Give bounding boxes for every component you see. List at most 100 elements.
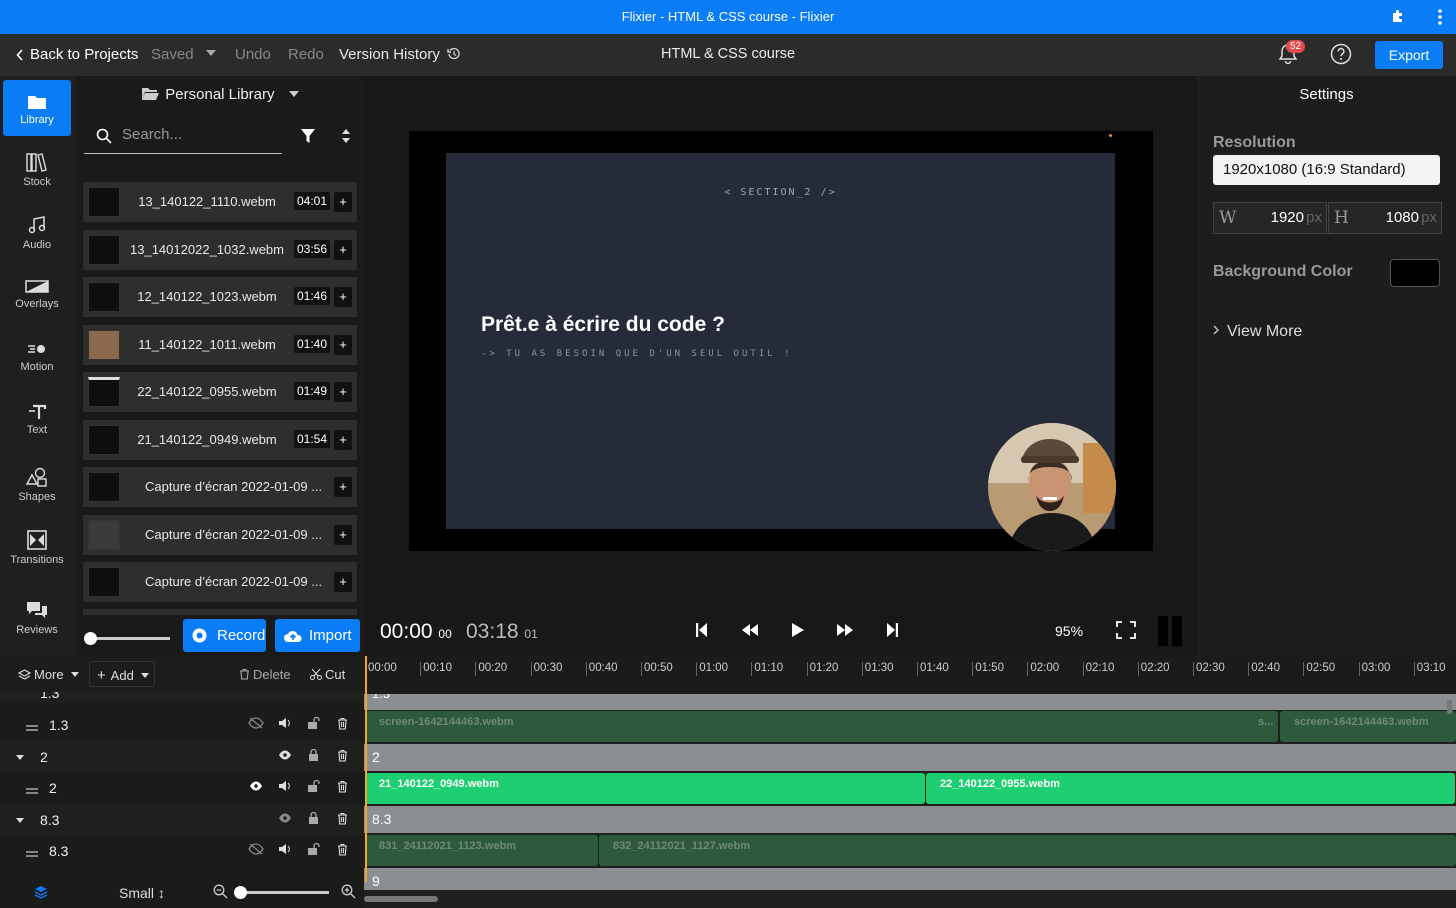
timeline-clip[interactable]: screen-1642144463.webm — [1280, 711, 1456, 742]
zoom-in-icon[interactable] — [341, 884, 356, 899]
record-button[interactable]: Record — [183, 619, 266, 652]
unlock-icon[interactable] — [307, 843, 321, 855]
track-size-select[interactable]: Small ↕ — [119, 885, 165, 901]
view-more-toggle[interactable]: View More — [1213, 323, 1302, 341]
timeline-scrollbar[interactable] — [364, 896, 438, 902]
drag-handle-icon[interactable] — [26, 725, 38, 731]
track-header[interactable]: 8.3 — [0, 836, 364, 867]
add-to-timeline-button[interactable]: + — [334, 382, 352, 402]
lock-icon[interactable] — [308, 812, 319, 824]
eye-icon[interactable] — [278, 812, 292, 824]
sort-icon[interactable] — [341, 129, 351, 143]
library-item[interactable]: 13_14012022_1032.webm 03:56 + — [83, 230, 357, 270]
nav-stock[interactable]: Stock — [3, 140, 71, 196]
play-icon[interactable] — [791, 622, 805, 638]
height-field[interactable]: H 1080 px — [1328, 202, 1442, 234]
width-field[interactable]: W 1920 px — [1213, 202, 1327, 234]
track-header[interactable]: 1.3 — [0, 710, 364, 741]
add-to-timeline-button[interactable]: + — [334, 192, 352, 212]
nav-reviews[interactable]: Reviews — [3, 588, 71, 644]
drag-handle-icon[interactable] — [26, 851, 38, 857]
more-menu-button[interactable]: More — [18, 667, 80, 682]
timeline-clip[interactable]: 831_24112021_1123.webm — [365, 835, 598, 866]
zoom-out-icon[interactable] — [213, 884, 228, 899]
eye-icon[interactable] — [278, 749, 292, 761]
add-menu-button[interactable]: + Add — [89, 661, 155, 687]
timeline-zoom-slider[interactable] — [234, 886, 329, 899]
library-item[interactable]: 22_140122_0955.webm 01:49 + — [83, 372, 357, 412]
puzzle-icon[interactable] — [1390, 9, 1406, 25]
fullscreen-icon[interactable] — [1116, 621, 1136, 639]
skip-to-start-icon[interactable] — [696, 622, 708, 638]
add-to-timeline-button[interactable]: + — [334, 335, 352, 355]
layers-stack-icon[interactable] — [34, 885, 48, 899]
timeline-clip[interactable]: 22_140122_0955.webm — [926, 773, 1455, 804]
nav-audio[interactable]: Audio — [3, 203, 71, 259]
slider-knob[interactable] — [84, 632, 97, 645]
export-button[interactable]: Export — [1375, 41, 1443, 69]
nav-transitions[interactable]: Transitions — [3, 518, 71, 574]
time-ruler[interactable]: 00:00 00:10 00:20 00:30 00:40 00:50 01:00 01:10… — [364, 656, 1456, 694]
volume-icon[interactable] — [278, 717, 292, 729]
timeline-canvas[interactable]: 00:00 00:10 00:20 00:30 00:40 00:50 01:00 01:10… — [364, 656, 1456, 908]
library-selector[interactable]: Personal Library — [76, 76, 364, 116]
add-to-timeline-button[interactable]: + — [334, 287, 352, 307]
nav-library[interactable]: Library — [3, 80, 71, 136]
save-dropdown-caret-icon[interactable] — [206, 50, 216, 56]
timeline-clip[interactable]: 832_24112021_1127.webm — [599, 835, 1456, 866]
import-button[interactable]: Import — [275, 619, 360, 652]
add-to-timeline-button[interactable]: + — [334, 525, 352, 545]
cut-button[interactable]: Cut — [310, 667, 345, 682]
nav-text[interactable]: Text — [3, 392, 71, 448]
library-item[interactable]: 13_140122_1110.webm 04:01 + — [83, 182, 357, 222]
video-canvas[interactable]: < SECTION_2 /> Prêt.e à écrire du code ?… — [409, 131, 1153, 551]
drag-handle-icon[interactable] — [26, 788, 38, 794]
thumbnail-size-slider[interactable] — [84, 632, 170, 645]
nav-shapes[interactable]: Shapes — [3, 455, 71, 511]
vertical-scrollbar[interactable] — [1447, 700, 1452, 714]
help-icon[interactable] — [1330, 43, 1352, 65]
unlock-icon[interactable] — [307, 780, 321, 792]
eye-off-icon[interactable] — [248, 843, 264, 855]
nav-motion[interactable]: Motion — [3, 329, 71, 385]
library-item[interactable]: Capture d’écran 2022-01-09 ... + — [83, 562, 357, 602]
preview-zoom[interactable]: 95% — [1055, 623, 1083, 639]
background-color-swatch[interactable] — [1390, 259, 1440, 287]
add-to-timeline-button[interactable]: + — [334, 240, 352, 260]
rewind-icon[interactable] — [741, 622, 759, 638]
trash-icon[interactable] — [337, 749, 348, 762]
trash-icon[interactable] — [337, 843, 348, 856]
add-to-timeline-button[interactable]: + — [334, 430, 352, 450]
skip-to-end-icon[interactable] — [886, 622, 898, 638]
eye-off-icon[interactable] — [248, 717, 264, 729]
trash-icon[interactable] — [337, 812, 348, 825]
add-to-timeline-button[interactable]: + — [334, 572, 352, 592]
slider-knob[interactable] — [234, 886, 247, 899]
delete-button[interactable]: Delete — [239, 667, 291, 682]
filter-icon[interactable] — [301, 128, 315, 144]
timeline-clip[interactable]: 21_140122_0949.webm — [365, 773, 925, 804]
track-header-group[interactable]: 8.3 — [0, 805, 364, 836]
redo-button[interactable]: Redo — [288, 46, 324, 63]
trash-icon[interactable] — [337, 780, 348, 793]
volume-icon[interactable] — [278, 780, 292, 792]
trash-icon[interactable] — [337, 717, 348, 730]
library-item[interactable]: Capture d’écran 2022-01-09 ... + — [83, 467, 357, 507]
caret-down-icon[interactable] — [16, 755, 24, 760]
search-input[interactable] — [122, 126, 272, 143]
library-item[interactable]: 11_140122_1011.webm 01:40 + — [83, 325, 357, 365]
track-header[interactable]: 2 — [0, 773, 364, 804]
lock-icon[interactable] — [308, 749, 319, 761]
webcam-overlay[interactable] — [988, 423, 1116, 551]
playhead[interactable] — [365, 656, 367, 882]
timeline-clip[interactable]: screen-1642144463.webm — [365, 711, 1278, 742]
volume-icon[interactable] — [278, 843, 292, 855]
library-item[interactable]: 12_140122_1023.webm 01:46 + — [83, 277, 357, 317]
nav-overlays[interactable]: Overlays — [3, 266, 71, 322]
back-to-projects-button[interactable]: Back to Projects — [16, 46, 138, 63]
library-item[interactable]: 21_140122_0949.webm 01:54 + — [83, 420, 357, 460]
track-header-group[interactable]: 2 — [0, 742, 364, 773]
resolution-select[interactable]: 1920x1080 (16:9 Standard) — [1213, 155, 1440, 185]
caret-down-icon[interactable] — [16, 818, 24, 823]
unlock-icon[interactable] — [307, 717, 321, 729]
